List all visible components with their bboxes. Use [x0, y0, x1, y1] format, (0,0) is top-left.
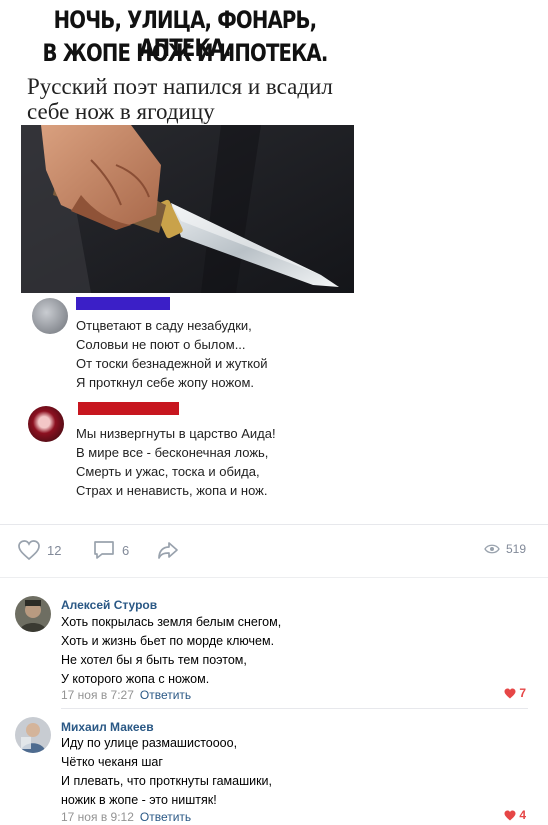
wall-post: НОЧЬ, УЛИЦА, ФОНАРЬ, АПТЕКА. В ЖОПЕ НОЖ … — [0, 0, 548, 577]
share-icon — [158, 542, 178, 559]
poem-block-2: Мы низвергнуты в царство Аида! В мире вс… — [20, 398, 358, 510]
comment-date[interactable]: 17 ноя в 9:12 — [61, 810, 134, 824]
user-avatar-icon — [15, 717, 51, 753]
avatar[interactable] — [15, 596, 51, 632]
comment-line: Иду по улице размашистоооо, — [61, 736, 238, 750]
comment-like-button[interactable]: 4 — [504, 808, 526, 822]
poem1-line1: Отцветают в саду незабудки, — [76, 318, 252, 333]
meme-headline-line2: В ЖОПЕ НОЖ И ИПОТЕКА. — [42, 39, 328, 67]
redacted-name-bar — [76, 297, 170, 310]
poem1-line2: Соловьи не поют о былом... — [76, 337, 246, 352]
avatar[interactable] — [15, 717, 51, 753]
comment-like-count: 4 — [519, 808, 526, 822]
comment-date[interactable]: 17 ноя в 7:27 — [61, 688, 134, 702]
views-count: 519 — [506, 542, 527, 556]
poem1-line4: Я проткнул себе жопу ножом. — [76, 375, 254, 390]
comment-like-button[interactable]: 7 — [504, 686, 526, 700]
redacted-name-bar — [78, 402, 179, 415]
share-button[interactable] — [156, 539, 180, 561]
comment: Алексей Стуров Хоть покрылась земля белы… — [0, 578, 548, 703]
comment-meta: 17 ноя в 9:12 Ответить — [61, 810, 191, 824]
like-button[interactable]: 12 — [17, 539, 61, 561]
poem-block-1: Отцветают в саду незабудки, Соловьи не п… — [20, 294, 358, 398]
comment-icon — [94, 541, 114, 559]
heart-icon — [504, 688, 516, 698]
like-count: 12 — [47, 542, 62, 558]
poem2-line1: Мы низвергнуты в царство Аида! — [76, 426, 276, 441]
comment-line: У которого жопа с ножом. — [61, 672, 210, 686]
post-actions-bar: 12 6 519 — [0, 524, 548, 576]
comments-section: Алексей Стуров Хоть покрылась земля белы… — [0, 578, 548, 825]
avatar-icon — [32, 298, 68, 334]
poem1-line3: От тоски безнадежной и жуткой — [76, 356, 268, 371]
reply-link[interactable]: Ответить — [140, 688, 191, 702]
comment-line: Хоть и жизнь бьет по морде ключем. — [61, 634, 275, 648]
user-avatar-icon — [15, 596, 51, 632]
reply-link[interactable]: Ответить — [140, 810, 191, 824]
poem2-line3: Смерть и ужас, тоска и обида, — [76, 464, 260, 479]
comment-count: 6 — [122, 542, 130, 558]
comment-line: Хоть покрылась земля белым снегом, — [61, 615, 282, 629]
comment-meta: 17 ноя в 7:27 Ответить — [61, 688, 191, 702]
meme-image: НОЧЬ, УЛИЦА, ФОНАРЬ, АПТЕКА. В ЖОПЕ НОЖ … — [0, 0, 528, 520]
page: НОЧЬ, УЛИЦА, ФОНАРЬ, АПТЕКА. В ЖОПЕ НОЖ … — [0, 0, 548, 825]
comment-line: ножик в жопе - это ништяк! — [61, 793, 217, 807]
eye-icon — [484, 544, 500, 554]
meme-subtitle: Русский поэт напился и всадил себе нож в… — [27, 74, 333, 124]
comment-author[interactable]: Михаил Макеев — [61, 720, 154, 734]
poem2-line4: Страх и ненависть, жопа и нож. — [76, 483, 268, 498]
comment-like-count: 7 — [519, 686, 526, 700]
knife-illustration — [21, 125, 354, 293]
comment-line: И плевать, что проткнуты гамашики, — [61, 774, 272, 788]
views-counter: 519 — [484, 542, 526, 556]
poem2-line2: В мире все - бесконечная ложь, — [76, 445, 269, 460]
comment-line: Не хотел бы я быть тем поэтом, — [61, 653, 247, 667]
comment: Михаил Макеев Иду по улице размашистоооо… — [0, 708, 548, 825]
heart-icon — [504, 810, 516, 820]
comment-line: Чётко чеканя шаг — [61, 755, 163, 769]
comment-button[interactable]: 6 — [92, 539, 129, 561]
heart-icon — [18, 540, 40, 561]
knife-photo — [21, 125, 354, 293]
avatar-icon — [28, 406, 64, 442]
comment-author[interactable]: Алексей Стуров — [61, 598, 157, 612]
